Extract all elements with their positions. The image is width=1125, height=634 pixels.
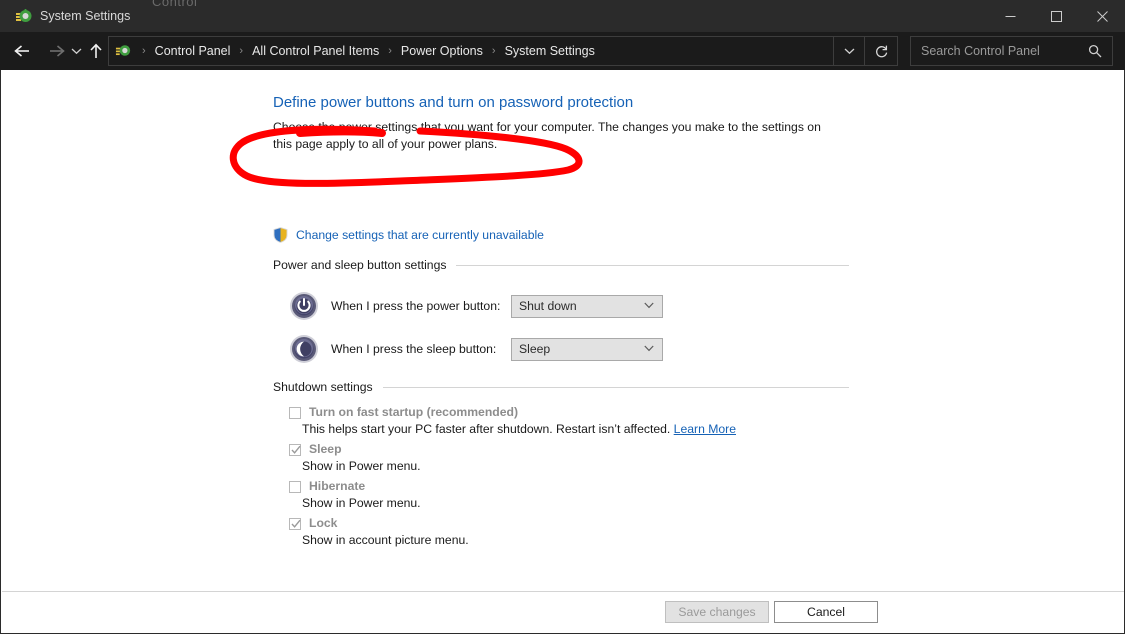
checkbox-label-sleep: Sleep [309, 442, 342, 456]
checkbox-label-hibernate: Hibernate [309, 479, 365, 493]
title-bar: Control System Settings [0, 0, 1125, 32]
power-button-action-value: Shut down [519, 299, 577, 313]
power-button-label: When I press the power button: [331, 299, 511, 313]
checkbox-label-fast-startup: Turn on fast startup (recommended) [309, 405, 518, 419]
address-dropdown-icon[interactable] [833, 37, 864, 65]
background-window-title: Control [152, 0, 197, 9]
window-title: System Settings [40, 8, 130, 24]
sleep-button-setting-row: When I press the sleep button: Sleep [289, 334, 663, 364]
power-button-setting-row: When I press the power button: Shut down [289, 291, 663, 321]
checkbox-fast-startup[interactable] [289, 407, 301, 419]
checkbox-sub-lock: Show in account picture menu. [302, 533, 469, 547]
navigation-bar: › Control Panel › All Control Panel Item… [0, 32, 1125, 70]
checkbox-sub-text-fast-startup: This helps start your PC faster after sh… [302, 422, 670, 436]
search-input[interactable]: Search Control Panel [910, 36, 1113, 66]
section-power-and-sleep: Power and sleep button settings [273, 258, 849, 272]
checkbox-lock[interactable] [289, 518, 301, 530]
close-icon[interactable] [1079, 0, 1125, 32]
breadcrumb-item-power-options[interactable]: Power Options [399, 44, 485, 58]
chevron-down-icon [644, 302, 654, 309]
checkbox-row-lock[interactable]: Lock [289, 516, 337, 530]
checkbox-sleep[interactable] [289, 444, 301, 456]
breadcrumb-separator-3: › [485, 46, 503, 57]
cancel-button[interactable]: Cancel [774, 601, 878, 623]
breadcrumb-separator-0: › [135, 46, 153, 57]
system-settings-icon [15, 8, 32, 25]
change-settings-unavailable-link[interactable]: Change settings that are currently unava… [296, 228, 544, 242]
breadcrumb-separator-1: › [232, 46, 250, 57]
sleep-button-label: When I press the sleep button: [331, 342, 511, 356]
change-settings-link-row[interactable]: Change settings that are currently unava… [273, 227, 544, 243]
page-description: Choose the power settings that you want … [273, 119, 839, 153]
window-controls [987, 0, 1125, 32]
checkbox-row-fast-startup[interactable]: Turn on fast startup (recommended) [289, 405, 518, 419]
learn-more-link[interactable]: Learn More [674, 422, 736, 436]
checkbox-sub-sleep: Show in Power menu. [302, 459, 421, 473]
checkbox-row-sleep[interactable]: Sleep [289, 442, 342, 456]
power-button-action-select[interactable]: Shut down [511, 295, 663, 318]
maximize-icon[interactable] [1033, 0, 1079, 32]
minimize-icon[interactable] [987, 0, 1033, 32]
content-area: Define power buttons and turn on passwor… [0, 70, 1125, 634]
search-icon [1088, 44, 1102, 58]
search-placeholder: Search Control Panel [921, 44, 1088, 58]
refresh-icon[interactable] [864, 37, 897, 65]
back-arrow-icon[interactable] [8, 36, 36, 66]
checkbox-sub-fast-startup: This helps start your PC faster after sh… [302, 422, 736, 436]
breadcrumb-item-control-panel[interactable]: Control Panel [153, 44, 233, 58]
save-changes-button[interactable]: Save changes [665, 601, 769, 623]
up-arrow-icon[interactable] [82, 36, 110, 66]
chevron-down-icon [644, 345, 654, 352]
breadcrumb-item-all-control-panel-items[interactable]: All Control Panel Items [250, 44, 381, 58]
shield-icon [273, 227, 288, 243]
address-bar[interactable]: › Control Panel › All Control Panel Item… [108, 36, 898, 66]
address-app-icon [115, 43, 131, 59]
breadcrumb-separator-2: › [381, 46, 399, 57]
section-power-rule [456, 265, 849, 266]
sleep-button-icon [289, 334, 319, 364]
page-title: Define power buttons and turn on passwor… [273, 94, 633, 111]
checkbox-row-hibernate[interactable]: Hibernate [289, 479, 365, 493]
checkbox-label-lock: Lock [309, 516, 337, 530]
breadcrumb-item-system-settings[interactable]: System Settings [503, 44, 597, 58]
section-power-label: Power and sleep button settings [273, 258, 446, 272]
section-shutdown: Shutdown settings [273, 380, 849, 394]
section-shutdown-rule [383, 387, 849, 388]
footer-divider [2, 591, 1124, 592]
sleep-button-action-select[interactable]: Sleep [511, 338, 663, 361]
system-settings-window: Control System Settings [0, 0, 1125, 634]
sleep-button-action-value: Sleep [519, 342, 550, 356]
checkbox-hibernate[interactable] [289, 481, 301, 493]
checkbox-sub-hibernate: Show in Power menu. [302, 496, 421, 510]
power-button-icon [289, 291, 319, 321]
breadcrumb: › Control Panel › All Control Panel Item… [135, 44, 833, 58]
section-shutdown-label: Shutdown settings [273, 380, 373, 394]
